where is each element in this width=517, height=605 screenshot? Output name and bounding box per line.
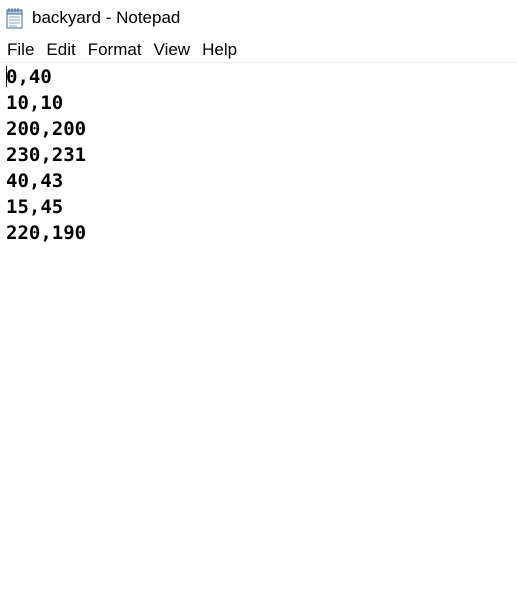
text-caret xyxy=(6,66,7,87)
menu-view[interactable]: View xyxy=(147,39,196,61)
text-line: 0,40 xyxy=(6,66,52,88)
title-bar[interactable]: backyard - Notepad xyxy=(0,0,517,36)
menu-format[interactable]: Format xyxy=(81,39,147,61)
text-line: 200,200 xyxy=(6,118,87,140)
menu-file[interactable]: File xyxy=(0,39,39,61)
text-line: 10,10 xyxy=(6,92,64,114)
window-title: backyard - Notepad xyxy=(32,8,181,27)
menu-help[interactable]: Help xyxy=(195,39,242,61)
notepad-icon xyxy=(5,7,25,29)
menu-edit[interactable]: Edit xyxy=(39,39,80,61)
menu-bar: File Edit Format View Help xyxy=(0,38,517,63)
notepad-window: backyard - Notepad File Edit Format View… xyxy=(0,0,517,605)
text-line: 15,45 xyxy=(6,196,64,218)
text-line: 230,231 xyxy=(6,144,87,166)
text-line: 40,43 xyxy=(6,170,64,192)
text-line: 220,190 xyxy=(6,222,87,244)
text-editor-area[interactable]: 0,40 10,10 200,200 230,231 40,43 15,45 2… xyxy=(0,64,517,605)
